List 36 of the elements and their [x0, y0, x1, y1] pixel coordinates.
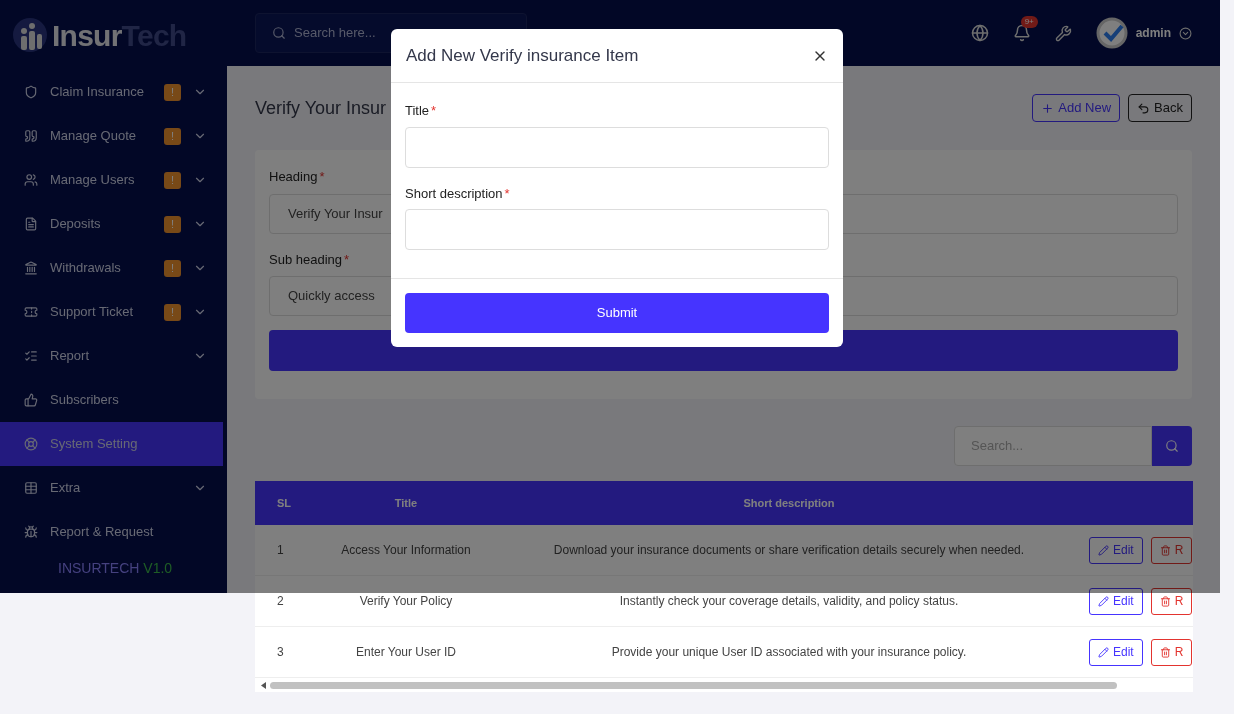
field-label: Heading* [269, 168, 326, 186]
sidebar-item-label: Claim Insurance [50, 83, 145, 102]
warning-badge: ! [164, 171, 181, 189]
table-cell-text: 2 [276, 593, 285, 610]
field-label: Title* [405, 102, 438, 120]
warning-badge: ! [164, 259, 181, 277]
table-cell-text: Verify Your Policy [358, 593, 454, 610]
warning-badge: ! [164, 215, 181, 233]
sidebar-item-label: System Setting [50, 435, 139, 454]
sidebar-item-label: Report & Request [50, 523, 155, 542]
warning-badge: ! [164, 127, 181, 145]
table-cell-text: Enter Your User ID [354, 644, 458, 661]
column-header: Short description [742, 495, 836, 511]
sidebar-item-label: Subscribers [50, 391, 120, 410]
column-header: SL [276, 495, 293, 511]
warning-badge: ! [164, 303, 181, 321]
sidebar-item-label: Manage Users [50, 171, 136, 190]
table-cell-text: Access Your Information [340, 542, 472, 559]
warning-badge: ! [164, 83, 181, 101]
sidebar-item-label: Extra [50, 479, 82, 498]
sidebar-item-label: Support Ticket [50, 303, 135, 322]
sidebar-item-label: Manage Quote [50, 127, 137, 146]
sidebar-item-label: Withdrawals [50, 259, 122, 278]
page-title: Verify Your Insur [255, 96, 387, 120]
sidebar-item-label: Deposits [50, 215, 102, 234]
table-cell-text: Instantly check your coverage details, validity, and policy status. [618, 593, 960, 610]
column-header: Title [393, 495, 419, 511]
sidebar-item-label: Report [50, 347, 91, 366]
version-label: INSURTECH V1.0 [57, 559, 174, 578]
notification-count: 9+ [1020, 16, 1038, 28]
field-label: Sub heading* [269, 250, 351, 269]
field-label: Short description* [405, 184, 511, 203]
table-cell-text: 3 [276, 644, 285, 661]
table-cell-text: 1 [276, 542, 285, 559]
table-cell-text: Download your insurance documents or share verification details securely when needed. [552, 542, 1026, 559]
table-cell-text: Provide your unique User ID associated with your insurance policy. [610, 644, 968, 661]
